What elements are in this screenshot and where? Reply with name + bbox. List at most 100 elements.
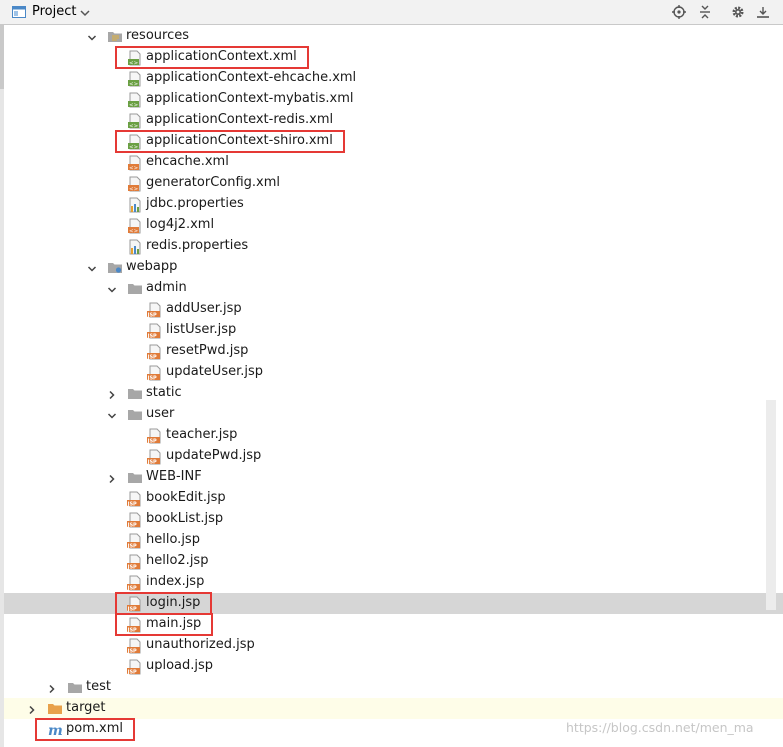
tree-row-unauthorized-jsp[interactable]: JSP unauthorized.jsp bbox=[4, 635, 783, 656]
jsp-file-icon: JSP bbox=[147, 344, 163, 360]
jsp-file-icon: JSP bbox=[147, 428, 163, 444]
tree-item-label: updateUser.jsp bbox=[166, 364, 264, 379]
hide-icon[interactable] bbox=[756, 5, 770, 19]
properties-file-icon bbox=[127, 239, 143, 255]
scrollbar[interactable] bbox=[766, 400, 776, 610]
tree-item-label: redis.properties bbox=[146, 238, 249, 253]
folder-icon bbox=[127, 281, 143, 297]
tree-row-log4j2-xml[interactable]: <> log4j2.xml bbox=[4, 215, 783, 236]
tree-row-webapp[interactable]: webapp bbox=[4, 257, 783, 278]
collapse-right-arrow-icon[interactable] bbox=[27, 704, 37, 715]
tree-row-jdbc-properties[interactable]: jdbc.properties bbox=[4, 194, 783, 215]
tree-item-label: resetPwd.jsp bbox=[166, 343, 249, 358]
collapse-right-arrow-icon[interactable] bbox=[47, 683, 57, 694]
watermark: https://blog.csdn.net/men_ma bbox=[566, 720, 754, 735]
tree-row-bookedit-jsp[interactable]: JSP bookEdit.jsp bbox=[4, 488, 783, 509]
tree-item-label: webapp bbox=[126, 259, 178, 274]
svg-text:JSP: JSP bbox=[127, 648, 137, 654]
tree-row-teacher-jsp[interactable]: JSP teacher.jsp bbox=[4, 425, 783, 446]
highlight-box-login-jsp bbox=[115, 592, 212, 615]
tree-item-label: generatorConfig.xml bbox=[146, 175, 281, 190]
gear-icon[interactable] bbox=[731, 5, 745, 19]
tree-row-applicationcontext-mybatis-xml[interactable]: <> applicationContext-mybatis.xml bbox=[4, 89, 783, 110]
tree-row-index-jsp[interactable]: JSP index.jsp bbox=[4, 572, 783, 593]
tree-item-label: applicationContext-mybatis.xml bbox=[146, 91, 354, 106]
tree-row-upload-jsp[interactable]: JSP upload.jsp bbox=[4, 656, 783, 677]
tree-item-label: updatePwd.jsp bbox=[166, 448, 262, 463]
svg-text:JSP: JSP bbox=[127, 501, 137, 507]
jsp-file-icon: JSP bbox=[127, 512, 143, 528]
tree-row-redis-properties[interactable]: redis.properties bbox=[4, 236, 783, 257]
collapse-right-arrow-icon[interactable] bbox=[107, 473, 117, 484]
tree-row-admin[interactable]: admin bbox=[4, 278, 783, 299]
tree-item-label: target bbox=[66, 700, 106, 715]
tree-item-label: hello2.jsp bbox=[146, 553, 209, 568]
tree-row-resetpwd-jsp[interactable]: JSP resetPwd.jsp bbox=[4, 341, 783, 362]
expand-down-arrow-icon[interactable] bbox=[87, 263, 97, 273]
folder-icon bbox=[67, 680, 83, 696]
tree-item-label: applicationContext-ehcache.xml bbox=[146, 70, 357, 85]
xml-file-icon: <> bbox=[127, 155, 143, 171]
tree-row-booklist-jsp[interactable]: JSP bookList.jsp bbox=[4, 509, 783, 530]
jsp-file-icon: JSP bbox=[147, 365, 163, 381]
tree-item-label: ehcache.xml bbox=[146, 154, 229, 169]
tree-row-hello-jsp[interactable]: JSP hello.jsp bbox=[4, 530, 783, 551]
tree-item-label: log4j2.xml bbox=[146, 217, 215, 232]
collapse-right-arrow-icon[interactable] bbox=[107, 389, 117, 400]
svg-text:JSP: JSP bbox=[127, 522, 137, 528]
locate-icon[interactable] bbox=[672, 5, 686, 19]
tree-item-label: bookList.jsp bbox=[146, 511, 224, 526]
tree-item-label: listUser.jsp bbox=[166, 322, 237, 337]
tree-item-label: jdbc.properties bbox=[146, 196, 244, 211]
tree-row-resources[interactable]: resources bbox=[4, 26, 783, 47]
tree-row-static[interactable]: static bbox=[4, 383, 783, 404]
tree-row-target[interactable]: target bbox=[4, 698, 783, 719]
tree-item-label: WEB-INF bbox=[146, 469, 202, 484]
chevron-down-icon[interactable] bbox=[80, 7, 90, 17]
highlight-box-applicationcontext-xml bbox=[115, 46, 309, 69]
expand-down-arrow-icon[interactable] bbox=[107, 410, 117, 420]
svg-text:<>: <> bbox=[129, 123, 139, 129]
tree-row-updatepwd-jsp[interactable]: JSP updatePwd.jsp bbox=[4, 446, 783, 467]
svg-text:JSP: JSP bbox=[127, 543, 137, 549]
tree-row-applicationcontext-ehcache-xml[interactable]: <> applicationContext-ehcache.xml bbox=[4, 68, 783, 89]
tree-row-applicationcontext-redis-xml[interactable]: <> applicationContext-redis.xml bbox=[4, 110, 783, 131]
tree-item-label: test bbox=[86, 679, 111, 694]
expand-down-arrow-icon[interactable] bbox=[107, 284, 117, 294]
tree-row-listuser-jsp[interactable]: JSP listUser.jsp bbox=[4, 320, 783, 341]
tree-item-label: user bbox=[146, 406, 175, 421]
svg-text:<>: <> bbox=[129, 81, 139, 87]
project-icon bbox=[12, 6, 26, 18]
tree-row-adduser-jsp[interactable]: JSP addUser.jsp bbox=[4, 299, 783, 320]
tree-row-updateuser-jsp[interactable]: JSP updateUser.jsp bbox=[4, 362, 783, 383]
project-view-title[interactable]: Project bbox=[32, 4, 76, 19]
tree-item-label: hello.jsp bbox=[146, 532, 200, 547]
svg-text:JSP: JSP bbox=[147, 375, 157, 381]
tree-row-generatorconfig-xml[interactable]: <> generatorConfig.xml bbox=[4, 173, 783, 194]
tree-item-label: static bbox=[146, 385, 182, 400]
tree-row-user[interactable]: user bbox=[4, 404, 783, 425]
svg-text:<>: <> bbox=[129, 186, 139, 192]
folder-icon bbox=[127, 470, 143, 486]
folder-icon bbox=[127, 407, 143, 423]
web-folder-icon bbox=[107, 260, 123, 276]
xml-file-icon: <> bbox=[127, 218, 143, 234]
spring-xml-icon: <> bbox=[127, 92, 143, 108]
tree-item-label: bookEdit.jsp bbox=[146, 490, 226, 505]
tree-item-label: unauthorized.jsp bbox=[146, 637, 255, 652]
project-tree[interactable]: resources <> applicationContext.xml <> appli… bbox=[4, 26, 783, 747]
svg-text:JSP: JSP bbox=[147, 354, 157, 360]
spring-xml-icon: <> bbox=[127, 71, 143, 87]
jsp-file-icon: JSP bbox=[147, 449, 163, 465]
tree-row-test[interactable]: test bbox=[4, 677, 783, 698]
highlight-box-applicationcontext-shiro-xml bbox=[115, 130, 345, 153]
tree-row-web-inf[interactable]: WEB-INF bbox=[4, 467, 783, 488]
tree-row-hello2-jsp[interactable]: JSP hello2.jsp bbox=[4, 551, 783, 572]
svg-text:<>: <> bbox=[129, 228, 139, 234]
tree-item-label: upload.jsp bbox=[146, 658, 214, 673]
collapse-all-icon[interactable] bbox=[698, 5, 712, 19]
highlight-box-pom-xml bbox=[35, 718, 135, 741]
tree-row-ehcache-xml[interactable]: <> ehcache.xml bbox=[4, 152, 783, 173]
tree-item-label: applicationContext-redis.xml bbox=[146, 112, 334, 127]
expand-down-arrow-icon[interactable] bbox=[87, 32, 97, 42]
